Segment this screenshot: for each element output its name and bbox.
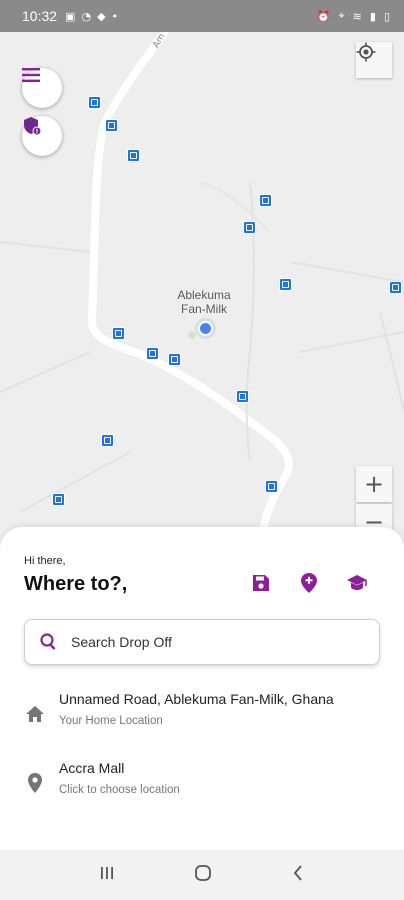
bus-stop-icon[interactable]	[127, 149, 140, 162]
bus-stop-icon[interactable]	[389, 281, 402, 294]
wifi-icon: ≋	[352, 9, 362, 23]
gallery-icon: ▣	[65, 9, 76, 23]
search-drop-off-field[interactable]: Search Drop Off	[24, 619, 380, 665]
sheet-title: Where to?,	[24, 573, 128, 595]
quick-actions	[250, 572, 368, 594]
saved-location-subtitle: Click to choose location	[59, 784, 180, 796]
current-location-dot	[198, 321, 213, 336]
save-button[interactable]	[250, 572, 272, 594]
place-label: Ablekuma Fan-Milk	[176, 288, 232, 316]
bus-stop-icon[interactable]	[112, 327, 125, 340]
hamburger-icon	[22, 68, 40, 82]
search-icon	[40, 633, 56, 650]
status-right-icons: ⏰ ⌖ ≋ ▮ ▯	[317, 9, 390, 23]
status-bar: 10:32 ▣ ◔ ◆ • ⏰ ⌖ ≋ ▮ ▯	[0, 0, 404, 32]
alarm-icon: ⏰	[316, 9, 331, 23]
bus-stop-icon[interactable]	[259, 194, 272, 207]
snapchat-icon: ◔	[81, 9, 92, 23]
safety-button[interactable]	[22, 116, 62, 156]
greeting-text: Hi there,	[24, 555, 66, 567]
plus-icon: +	[363, 470, 385, 498]
bus-stop-icon[interactable]	[105, 119, 118, 132]
shield-icon	[24, 117, 42, 136]
status-time: 10:32	[22, 8, 58, 24]
bus-stop-icon[interactable]	[236, 390, 249, 403]
notification-icon: ◆	[97, 9, 106, 23]
location-icon: ⌖	[338, 9, 345, 22]
battery-icon: ▯	[383, 9, 390, 23]
search-placeholder: Search Drop Off	[71, 634, 172, 650]
location-pin-icon	[28, 773, 42, 793]
signal-icon: ▮	[369, 9, 376, 23]
bus-stop-icon[interactable]	[146, 347, 159, 360]
home-location-title: Unnamed Road, Ablekuma Fan-Milk, Ghana	[59, 691, 334, 707]
home-icon	[26, 706, 44, 722]
school-button[interactable]	[346, 572, 368, 594]
place-label-line1: Ablekuma	[177, 288, 231, 302]
map-view[interactable]: Am Ablekuma Fan-Milk + −	[0, 32, 404, 552]
status-left-icons: ▣ ◔ ◆ •	[65, 10, 118, 23]
dot-icon: •	[111, 9, 119, 23]
save-icon	[253, 575, 269, 591]
home-location-subtitle: Your Home Location	[59, 715, 163, 727]
system-nav-bar	[0, 850, 404, 900]
saved-location-title: Accra Mall	[59, 760, 125, 776]
graduation-cap-icon	[347, 575, 367, 590]
crosshair-icon	[356, 42, 376, 62]
place-label-line2: Fan-Milk	[180, 302, 227, 316]
my-location-button[interactable]	[356, 42, 392, 78]
home-circle-icon	[195, 865, 211, 881]
back-chevron-icon	[293, 865, 302, 881]
bus-stop-icon[interactable]	[279, 278, 292, 291]
add-location-icon	[301, 573, 317, 593]
bus-stop-icon[interactable]	[88, 96, 101, 109]
zoom-in-button[interactable]: +	[356, 466, 392, 502]
home-button[interactable]	[194, 864, 212, 886]
back-button[interactable]	[291, 864, 305, 886]
bus-stop-icon[interactable]	[52, 493, 65, 506]
bus-stop-icon[interactable]	[101, 434, 114, 447]
home-location-item[interactable]: Unnamed Road, Ablekuma Fan-Milk, Ghana Y…	[22, 691, 382, 741]
recent-apps-icon	[101, 867, 114, 879]
bus-stop-icon[interactable]	[168, 353, 181, 366]
menu-button[interactable]	[22, 68, 62, 108]
bus-stop-icon[interactable]	[243, 221, 256, 234]
add-location-button[interactable]	[298, 572, 320, 594]
bus-stop-icon[interactable]	[265, 480, 278, 493]
recent-apps-button[interactable]	[99, 865, 115, 885]
saved-location-item[interactable]: Accra Mall Click to choose location	[22, 760, 382, 810]
bottom-sheet: Hi there, Where to?, Search Drop Off Unn…	[0, 527, 404, 850]
